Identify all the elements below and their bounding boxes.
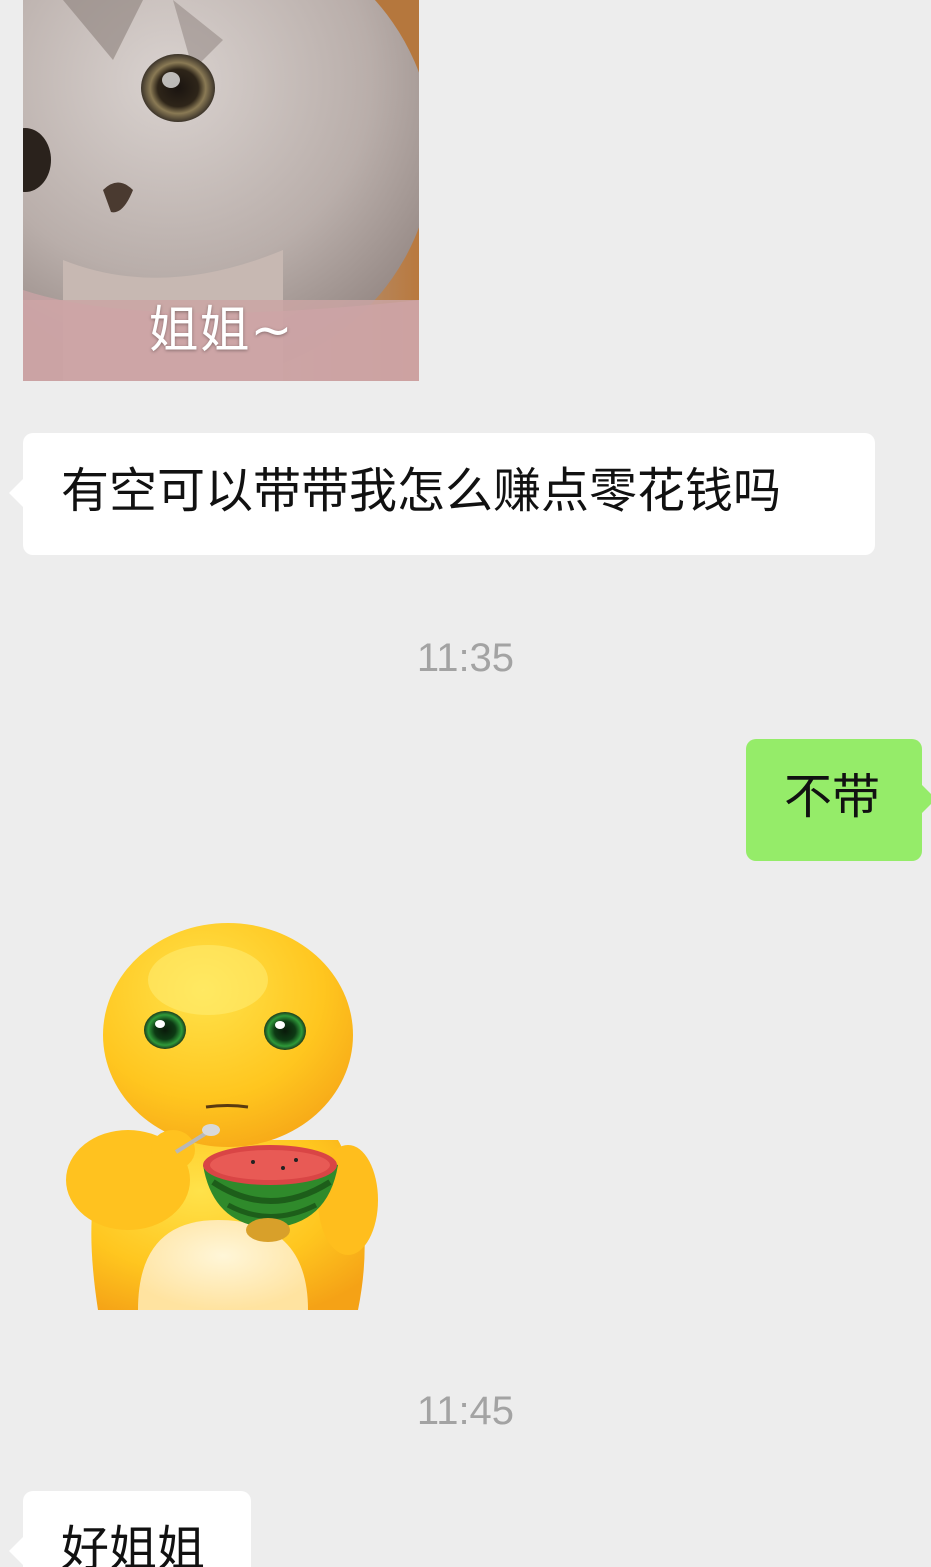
chat-timestamp: 11:45	[416, 1389, 515, 1433]
sticker-caption: 姐姐~	[148, 301, 294, 359]
chat-message-list[interactable]: 姐姐~ 有空可以带带我怎么赚点零花钱吗 11:35 不带 11:45 好姐姐	[0, 0, 931, 1567]
message-text: 有空可以带带我怎么赚点零花钱吗	[61, 463, 782, 519]
message-text: 好姐姐	[61, 1521, 206, 1567]
outgoing-message-bubble[interactable]: 不带	[746, 739, 931, 861]
yellow-creature-sticker-image	[66, 923, 378, 1310]
yellow-creature-eating-watermelon-sticker[interactable]	[58, 920, 388, 1310]
incoming-message-bubble[interactable]: 好姐姐	[9, 1491, 251, 1567]
cat-sticker[interactable]: 姐姐~	[23, 0, 419, 381]
incoming-message-bubble[interactable]: 有空可以带带我怎么赚点零花钱吗	[9, 433, 875, 555]
message-text: 不带	[784, 769, 881, 825]
chat-timestamp: 11:35	[416, 636, 515, 680]
